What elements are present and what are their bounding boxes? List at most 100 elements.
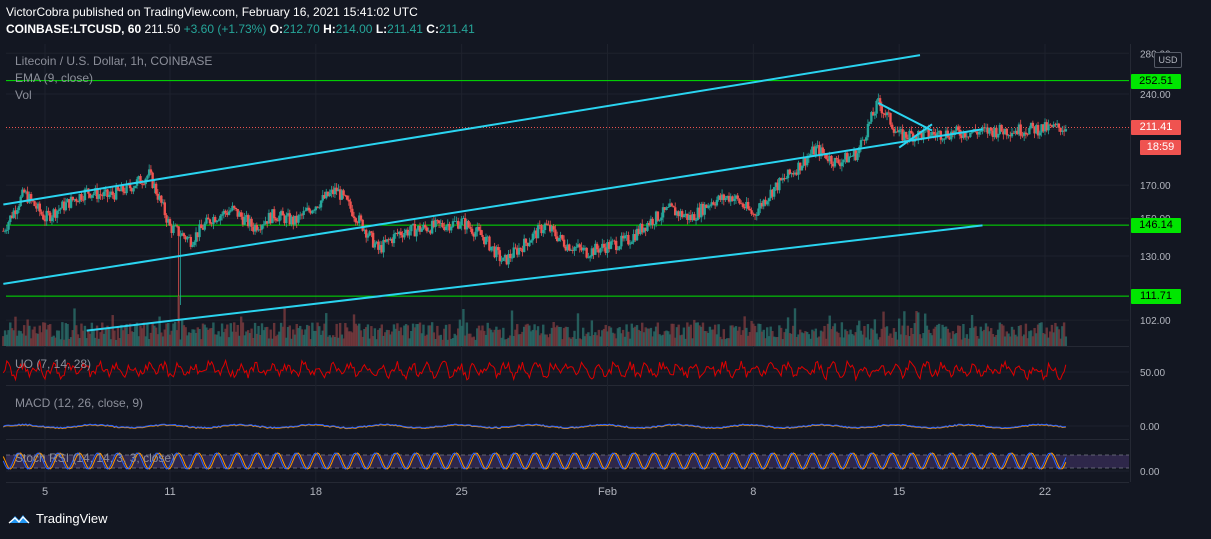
candle-body: [92, 193, 95, 196]
price-tag-111: 111.71: [1131, 289, 1181, 304]
candle-body: [382, 239, 385, 253]
candle-body: [75, 199, 78, 202]
close-label: C:: [426, 22, 439, 36]
x-tick-15: 15: [893, 486, 905, 498]
candle-body: [304, 210, 307, 212]
candle-body: [243, 217, 246, 225]
candle-body: [80, 194, 83, 200]
open-value: 212.70: [283, 22, 320, 36]
candle-body: [40, 211, 43, 215]
candle-body: [90, 195, 94, 198]
candle-body: [319, 200, 323, 208]
candle-body: [233, 205, 236, 208]
pane-divider-stoch: [6, 439, 1129, 440]
chart-canvas[interactable]: 5111825Feb81522280.00240.00210.00170.001…: [0, 0, 1211, 539]
candle-body: [370, 231, 373, 233]
footer-brand-text: TradingView: [36, 511, 108, 526]
candle-body: [467, 221, 470, 228]
candle-body: [552, 226, 555, 230]
candle-body: [660, 217, 663, 221]
candle-body: [99, 194, 102, 196]
candle-body: [450, 226, 453, 231]
footer-brand[interactable]: TradingView: [8, 511, 108, 526]
pane-divider-macd: [6, 385, 1129, 386]
candle-body: [531, 233, 535, 241]
candle-body: [1005, 128, 1009, 136]
candle-body: [399, 231, 403, 236]
stoch-tick: 0.00: [1140, 467, 1160, 478]
candle-body: [262, 224, 265, 226]
volume-bar: [1064, 336, 1068, 346]
uo-tick: 50.00: [1140, 368, 1165, 379]
candle-body: [733, 198, 736, 202]
candle-body: [830, 155, 833, 164]
price-tag-146: 146.14: [1131, 218, 1181, 233]
legend-vol[interactable]: Vol: [15, 88, 32, 102]
candle-body: [239, 212, 243, 217]
candle-body: [585, 247, 588, 258]
candle-body: [529, 240, 533, 243]
legend-macd[interactable]: MACD (12, 26, close, 9): [15, 396, 143, 410]
pane-divider-time: [6, 482, 1129, 483]
candle-body: [16, 210, 19, 215]
x-tick-22: 22: [1039, 486, 1051, 498]
candle-body: [260, 225, 264, 230]
candle-body: [578, 244, 581, 248]
legend-ema[interactable]: EMA (9, close): [15, 71, 93, 85]
candle-body: [47, 210, 50, 213]
candle-body: [757, 208, 760, 216]
candle-body: [724, 197, 727, 201]
candle-body: [897, 130, 901, 133]
candle-body: [528, 242, 531, 247]
ohlc-header: COINBASE:LTCUSD, 60 211.50 +3.60 (+1.73%…: [6, 22, 475, 36]
candle-body: [658, 220, 661, 222]
candle-body: [302, 211, 305, 216]
candle-body: [672, 205, 675, 208]
last-price: 211.50: [144, 22, 181, 36]
candle-body: [750, 210, 753, 214]
candle-body: [182, 233, 186, 237]
candle-body: [102, 191, 106, 197]
candle-body: [361, 219, 364, 231]
candle-body: [623, 235, 627, 239]
candle-body: [755, 215, 759, 216]
legend-title[interactable]: Litecoin / U.S. Dollar, 1h, COINBASE: [15, 54, 212, 68]
x-tick-Feb: Feb: [598, 486, 617, 498]
candle-body: [866, 123, 870, 138]
candle-body: [805, 157, 809, 166]
candle-body: [1031, 122, 1035, 127]
candle-body: [451, 221, 455, 227]
candle-body: [588, 256, 592, 258]
candle-body: [250, 218, 253, 227]
candle-body: [163, 202, 166, 216]
high-value: 214.00: [335, 22, 373, 36]
candle-body: [200, 224, 203, 229]
x-tick-25: 25: [456, 486, 468, 498]
candle-body: [328, 192, 331, 197]
candle-body: [545, 223, 548, 225]
candle-body: [175, 225, 179, 227]
candle-body: [889, 113, 892, 125]
candle-body: [670, 203, 673, 206]
candle-body: [177, 226, 180, 236]
candle-body: [557, 237, 561, 241]
legend-stoch[interactable]: Stoch RSI (14, 14, 3, 3, close): [15, 451, 175, 465]
candle-body: [932, 132, 936, 134]
candle-body: [297, 215, 300, 223]
candle-body: [847, 156, 851, 163]
candle-body: [851, 155, 854, 157]
candle-body: [132, 188, 135, 192]
candle-body: [278, 215, 281, 222]
candle-body: [682, 215, 686, 218]
candle-body: [434, 219, 437, 227]
candle-body: [424, 224, 427, 228]
candle-body: [575, 246, 578, 248]
candle-body: [168, 219, 172, 226]
candle-body: [392, 234, 396, 244]
currency-button[interactable]: USD: [1154, 52, 1182, 68]
candle-body: [502, 257, 505, 261]
x-tick-8: 8: [750, 486, 756, 498]
legend-uo[interactable]: UO (7, 14, 28): [15, 357, 91, 371]
macd-tick: 0.00: [1140, 422, 1160, 433]
candle-body: [880, 106, 884, 114]
